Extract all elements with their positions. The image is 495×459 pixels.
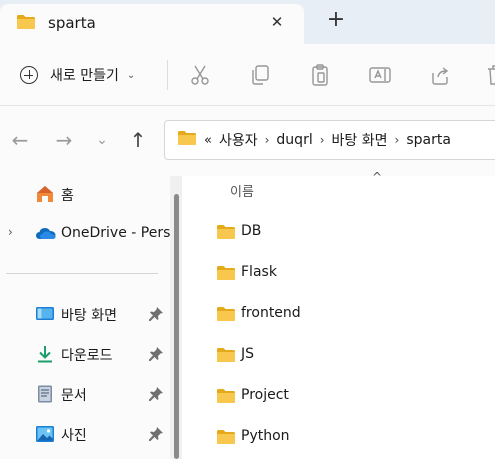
folder-row-flask[interactable]: Flask <box>212 255 495 291</box>
folder-name: Project <box>241 387 289 403</box>
folder-name: JS <box>241 346 255 362</box>
up-arrow-icon[interactable]: ↑ <box>126 128 150 152</box>
sidebar-item-label: 홈 <box>61 188 74 204</box>
address-bar[interactable]: « 사용자 › duqrl › 바탕 화면 › sparta <box>164 120 495 160</box>
onedrive-cloud-icon <box>35 224 56 244</box>
navigation-pane: 홈 › OneDrive - Pers 바탕 화면 다운로드 문서 사진 <box>0 176 170 459</box>
folder-icon <box>216 347 236 367</box>
folder-icon <box>216 306 236 326</box>
sidebar-item-home[interactable]: 홈 <box>0 176 170 212</box>
tab-title: sparta <box>48 14 96 32</box>
sidebar-scrollbar[interactable] <box>170 176 182 459</box>
home-icon <box>35 184 55 204</box>
new-button[interactable]: 새로 만들기 ⌄ <box>14 58 154 92</box>
sidebar-item-pictures[interactable]: 사진 <box>0 416 170 452</box>
sidebar-divider <box>6 273 158 274</box>
breadcrumb-separator[interactable]: › <box>320 133 325 147</box>
tab-strip: sparta ✕ + <box>0 0 495 44</box>
sidebar-item-label: 바탕 화면 <box>61 308 117 324</box>
desktop-icon <box>35 304 55 324</box>
toolbar-divider <box>167 60 168 90</box>
sidebar-item-documents[interactable]: 문서 <box>0 376 170 412</box>
documents-icon <box>35 384 55 404</box>
folder-name: Flask <box>241 264 277 280</box>
sort-ascending-icon: ^ <box>372 170 383 184</box>
sidebar-item-desktop[interactable]: 바탕 화면 <box>0 296 170 332</box>
breadcrumb-overflow[interactable]: « <box>204 133 212 148</box>
chevron-down-icon: ⌄ <box>126 69 136 81</box>
command-bar: 새로 만들기 ⌄ <box>0 44 495 106</box>
breadcrumb-separator[interactable]: › <box>395 133 400 147</box>
breadcrumb-desktop[interactable]: 바탕 화면 <box>332 130 388 150</box>
new-tab-button[interactable]: + <box>322 6 350 34</box>
sidebar-item-downloads[interactable]: 다운로드 <box>0 336 170 372</box>
delete-icon[interactable] <box>484 63 495 87</box>
share-icon[interactable] <box>428 63 452 87</box>
new-button-label: 새로 만들기 <box>50 68 119 84</box>
plus-circle-icon <box>20 66 38 84</box>
pin-icon[interactable] <box>148 306 164 322</box>
file-list: 이름 ^ DB Flask frontend JS Project Python <box>182 170 495 459</box>
download-icon <box>35 344 55 364</box>
close-tab-icon[interactable]: ✕ <box>267 12 287 32</box>
column-header-name[interactable]: 이름 <box>230 181 254 200</box>
folder-name: Python <box>241 428 290 444</box>
sidebar-item-label: 사진 <box>61 428 87 444</box>
folder-icon <box>216 388 236 408</box>
address-row: ← → ⌄ ↑ « 사용자 › duqrl › 바탕 화면 › sparta <box>0 106 495 176</box>
paste-icon[interactable] <box>308 63 332 87</box>
breadcrumb-separator[interactable]: › <box>265 133 270 147</box>
pin-icon[interactable] <box>148 386 164 402</box>
rename-icon[interactable] <box>368 63 392 87</box>
sidebar-item-label: OneDrive - Pers <box>61 225 171 241</box>
folder-icon <box>216 429 236 449</box>
pictures-icon <box>35 424 55 444</box>
folder-icon <box>16 14 36 34</box>
folder-icon <box>216 224 236 244</box>
folder-row-db[interactable]: DB <box>212 214 495 250</box>
tab-sparta[interactable]: sparta ✕ <box>0 4 304 44</box>
cut-icon[interactable] <box>188 63 212 87</box>
chevron-right-icon[interactable]: › <box>8 225 13 239</box>
folder-icon <box>177 130 197 150</box>
sidebar-item-label: 다운로드 <box>61 348 113 364</box>
pin-icon[interactable] <box>148 346 164 362</box>
folder-row-js[interactable]: JS <box>212 337 495 373</box>
breadcrumb-duqrl[interactable]: duqrl <box>276 132 312 148</box>
breadcrumb-users[interactable]: 사용자 <box>219 130 258 150</box>
recent-locations-chevron-icon[interactable]: ⌄ <box>90 128 114 152</box>
folder-row-project[interactable]: Project <box>212 378 495 414</box>
folder-icon <box>216 265 236 285</box>
pin-icon[interactable] <box>148 426 164 442</box>
folder-row-python[interactable]: Python <box>212 419 495 455</box>
scrollbar-thumb[interactable] <box>174 194 179 459</box>
folder-row-frontend[interactable]: frontend <box>212 296 495 332</box>
forward-arrow-icon[interactable]: → <box>52 128 76 152</box>
breadcrumb-sparta[interactable]: sparta <box>406 132 451 148</box>
sidebar-item-label: 문서 <box>61 388 87 404</box>
copy-icon[interactable] <box>248 63 272 87</box>
sidebar-item-onedrive[interactable]: › OneDrive - Pers <box>0 216 170 252</box>
back-arrow-icon[interactable]: ← <box>8 128 32 152</box>
folder-name: frontend <box>241 305 301 321</box>
folder-name: DB <box>241 223 262 239</box>
